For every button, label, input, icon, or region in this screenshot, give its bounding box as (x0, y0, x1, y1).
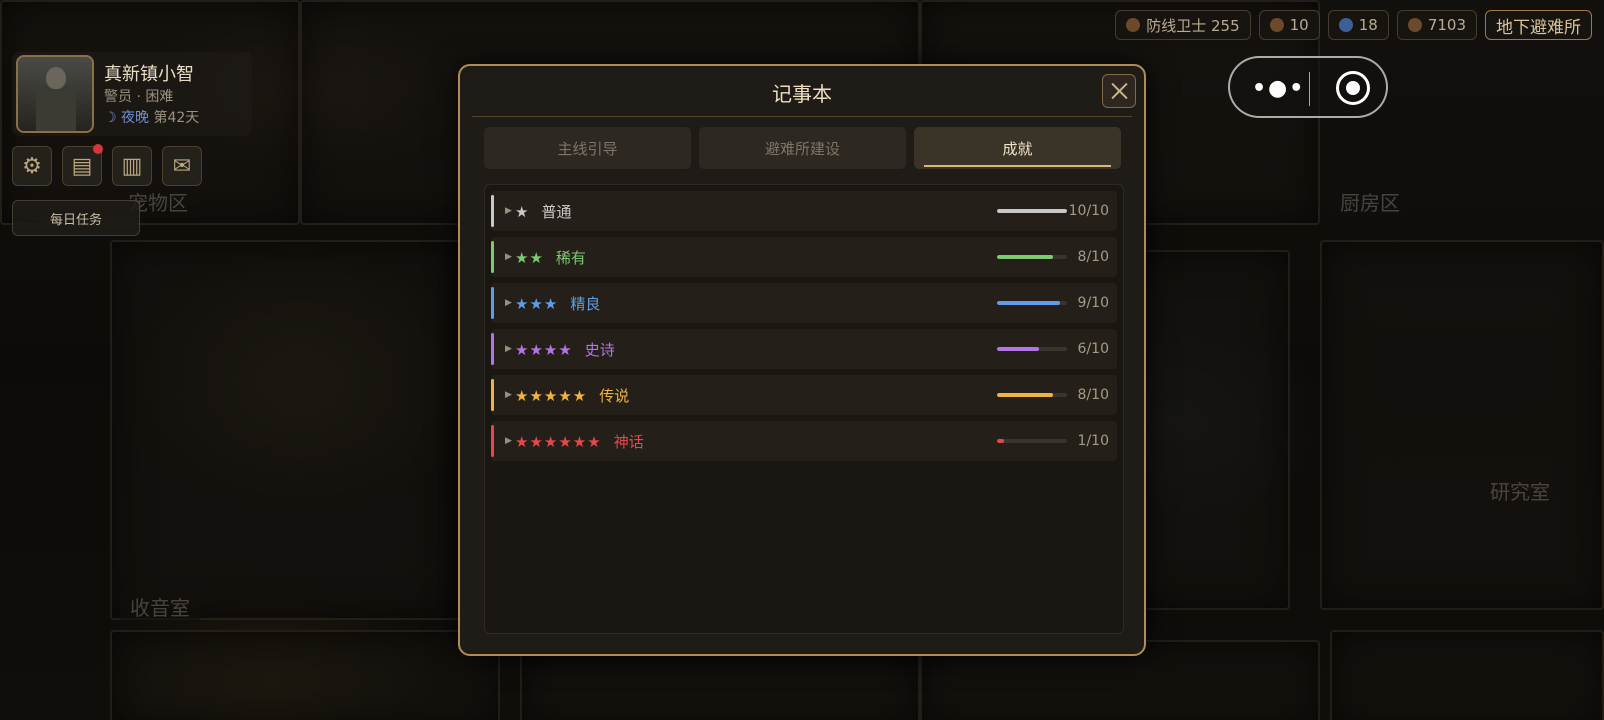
rarity-name: 史诗 (584, 340, 615, 359)
notification-dot (93, 144, 103, 154)
achievement-row[interactable]: ▶ ★★★★ 史诗 6/10 (491, 329, 1117, 369)
progress-fill (997, 439, 1004, 443)
rarity-stars: ★★★ (515, 294, 559, 313)
shield-icon (1126, 18, 1141, 32)
rarity-label: ★ 普通 (515, 201, 571, 222)
rarity-stripe (491, 333, 494, 365)
game-scene: 宠物区 厨房区 收音室 研究室 真新镇小智 警员 · 困难 ☽ 夜晚 第42天 … (0, 0, 1604, 720)
title-divider (472, 116, 1132, 117)
close-button[interactable] (1102, 74, 1136, 108)
progress-bar (997, 255, 1067, 259)
expand-caret-icon[interactable]: ▶ (505, 206, 512, 216)
rarity-stripe (491, 287, 494, 319)
mail-icon[interactable]: ✉ (162, 146, 202, 186)
achievement-row[interactable]: ▶ ★★★ 精良 9/10 (491, 283, 1117, 323)
resource-defense[interactable]: 防线卫士 255 (1115, 10, 1251, 40)
achievement-row[interactable]: ▶ ★★ 稀有 8/10 (491, 237, 1117, 277)
more-icon[interactable]: •●• (1252, 78, 1305, 100)
rarity-name: 传说 (599, 386, 630, 405)
progress-bar (997, 393, 1067, 397)
coin-icon (1269, 18, 1284, 32)
expand-caret-icon[interactable]: ▶ (505, 252, 512, 262)
rarity-label: ★★★ 精良 (515, 293, 600, 314)
modal-title: 记事本 (772, 82, 832, 106)
expand-caret-icon[interactable]: ▶ (505, 298, 512, 308)
progress-bar (997, 347, 1067, 351)
mini-program-capsule: •●• (1228, 56, 1388, 118)
tab-shelter-build[interactable]: 避难所建设 (699, 127, 906, 169)
side-icon-bar: ⚙ ▤ ▥ ✉ (12, 144, 202, 186)
player-avatar[interactable] (16, 55, 94, 133)
rarity-stars: ★★ (515, 248, 544, 267)
progress-count: 1/10 (1077, 433, 1109, 449)
progress-count: 10/10 (1068, 203, 1109, 219)
rarity-stars: ★ (515, 202, 530, 221)
time-of-day: 夜晚 (121, 110, 150, 126)
progress-count: 8/10 (1077, 387, 1109, 403)
daily-task-button[interactable]: 每日任务 (12, 200, 140, 236)
notebook-icon[interactable]: ▤ (62, 144, 103, 186)
expand-caret-icon[interactable]: ▶ (505, 344, 512, 354)
progress-bar (997, 301, 1067, 305)
resource-scrap[interactable]: 7103 (1396, 10, 1477, 40)
tab-bar: 主线引导 避难所建设 成就 (484, 127, 1121, 169)
rarity-stars: ★★★★★ (515, 386, 588, 405)
player-rank: 警员 · 困难 (104, 89, 174, 105)
rarity-stripe (491, 425, 494, 457)
resource-gem[interactable]: 18 (1327, 10, 1389, 40)
achievement-row[interactable]: ▶ ★★★★★ 传说 8/10 (491, 375, 1117, 415)
progress-bar (997, 439, 1067, 443)
rarity-name: 普通 (541, 202, 572, 221)
resource-bar: 防线卫士 255 10 18 7103 地下避难所 (1115, 10, 1592, 40)
expand-caret-icon[interactable]: ▶ (505, 436, 512, 446)
player-day: ☽ 夜晚 第42天 (104, 107, 199, 127)
rarity-stars: ★★★★★★ (515, 432, 602, 451)
notebook-modal: 记事本 主线引导 避难所建设 成就 ▶ ★ 普通 10/10 ▶ ★★ 稀有 8/10 ▶ ★★★… (458, 64, 1146, 656)
rarity-name: 神话 (613, 432, 644, 451)
close-miniprogram-icon[interactable] (1336, 71, 1370, 105)
achievement-list: ▶ ★ 普通 10/10 ▶ ★★ 稀有 8/10 ▶ ★★★ 精良 9/10 ▶ ★★★★ 史诗 6/10 ▶… (484, 184, 1124, 634)
book-icon[interactable]: ▥ (112, 146, 152, 186)
day-count: 第42天 (153, 110, 200, 126)
gem-icon (1338, 18, 1353, 32)
rarity-name: 精良 (570, 294, 601, 313)
location-button[interactable]: 地下避难所 (1485, 10, 1592, 40)
progress-fill (997, 209, 1067, 213)
progress-fill (997, 347, 1039, 351)
player-name: 真新镇小智 (104, 64, 194, 85)
progress-fill (997, 301, 1060, 305)
player-card[interactable]: 真新镇小智 警员 · 困难 ☽ 夜晚 第42天 (12, 52, 252, 136)
progress-bar (997, 209, 1067, 213)
scrap-icon (1407, 18, 1422, 32)
rarity-label: ★★ 稀有 (515, 247, 586, 268)
rarity-name: 稀有 (555, 248, 586, 267)
achievement-row[interactable]: ▶ ★★★★★★ 神话 1/10 (491, 421, 1117, 461)
expand-caret-icon[interactable]: ▶ (505, 390, 512, 400)
progress-count: 9/10 (1077, 295, 1109, 311)
progress-fill (997, 255, 1053, 259)
moon-icon: ☽ (104, 110, 117, 126)
tab-main-guide[interactable]: 主线引导 (484, 127, 691, 169)
achievement-row[interactable]: ▶ ★ 普通 10/10 (491, 191, 1117, 231)
progress-count: 6/10 (1077, 341, 1109, 357)
resource-coin[interactable]: 10 (1258, 10, 1320, 40)
tab-achievements[interactable]: 成就 (914, 127, 1121, 169)
capsule-divider (1309, 72, 1310, 106)
rarity-label: ★★★★★★ 神话 (515, 431, 644, 452)
rarity-stripe (491, 241, 494, 273)
rarity-stars: ★★★★ (515, 340, 573, 359)
progress-count: 8/10 (1077, 249, 1109, 265)
progress-fill (997, 393, 1053, 397)
rarity-stripe (491, 195, 494, 227)
rarity-label: ★★★★★ 传说 (515, 385, 629, 406)
rarity-stripe (491, 379, 494, 411)
rarity-label: ★★★★ 史诗 (515, 339, 615, 360)
gear-icon[interactable]: ⚙ (12, 146, 52, 186)
